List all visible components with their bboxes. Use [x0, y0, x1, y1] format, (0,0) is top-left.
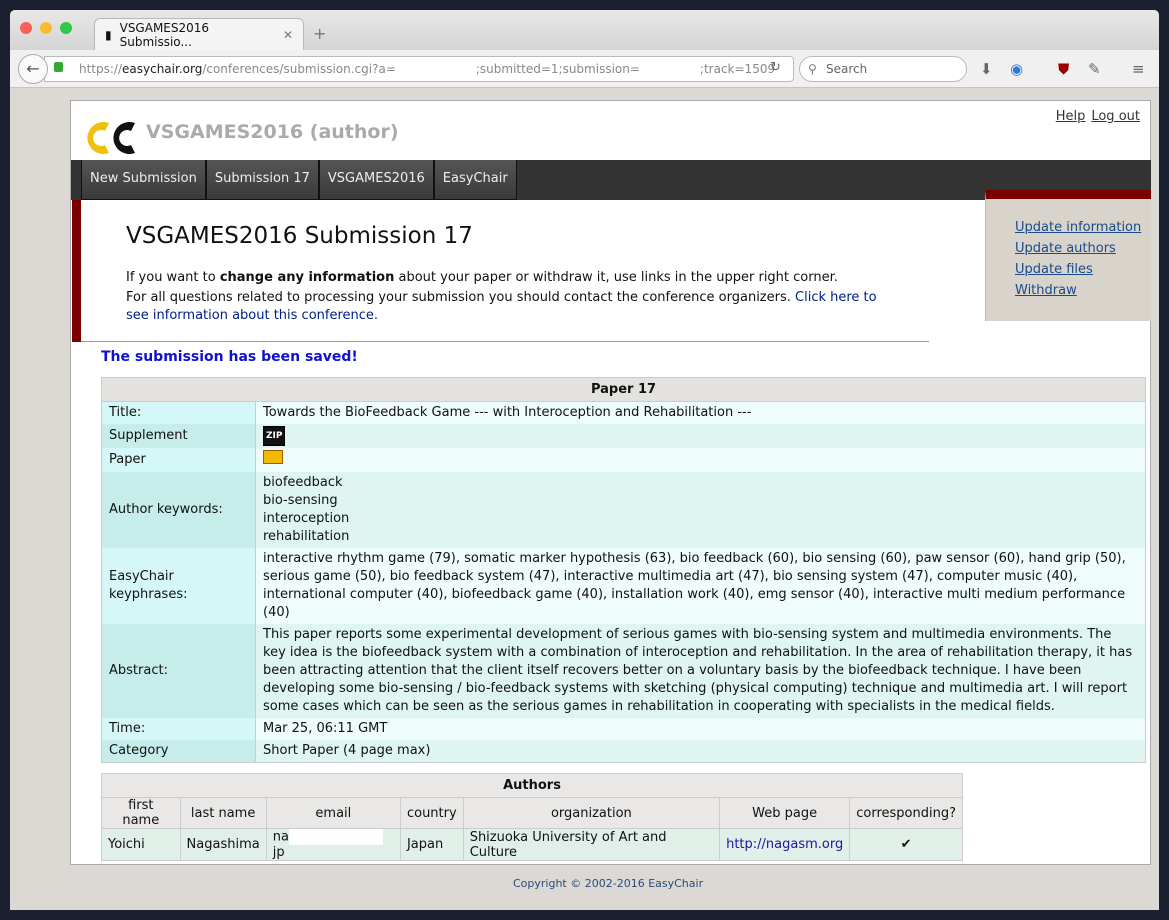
column-header: corresponding? [849, 797, 963, 829]
email-end: jp [272, 845, 285, 860]
page-title: VSGAMES2016 Submission 17 [126, 223, 473, 249]
corresponding-check-icon: ✔ [849, 828, 963, 861]
authors-table: Authors first name last name email count… [101, 773, 963, 861]
tab-bar: ▮ VSGAMES2016 Submissio... ✕ + [10, 10, 1159, 50]
row-label: Time: [101, 718, 256, 740]
email-start: na [272, 829, 289, 845]
last-name: Nagashima [179, 828, 267, 861]
menu-vsgames2016[interactable]: VSGAMES2016 [318, 160, 434, 200]
email: najp [265, 828, 401, 861]
page-favicon-icon: ▮ [105, 27, 112, 42]
divider [81, 341, 929, 342]
column-header: last name [179, 797, 267, 829]
search-placeholder: Search [826, 62, 868, 76]
easychair-logo [87, 122, 135, 154]
close-window-button[interactable] [20, 22, 32, 34]
url-domain: easychair.org [122, 62, 203, 76]
intro-text-part: For all questions related to processing … [126, 290, 796, 305]
first-name: Yoichi [101, 828, 181, 861]
back-button[interactable]: ← [18, 54, 48, 84]
row-label: Category [101, 740, 256, 763]
abstract: This paper reports some experimental dev… [255, 624, 1146, 718]
row-label: Supplement [101, 424, 256, 448]
column-header: Web page [719, 797, 851, 829]
page-content: VSGAMES2016 (author) Help Log out New Sub… [70, 100, 1151, 865]
conference-title: VSGAMES2016 (author) [146, 121, 399, 143]
ublock-icon[interactable]: ⛊ [1058, 60, 1069, 78]
menu-new-submission[interactable]: New Submission [81, 160, 206, 200]
row-label: Title: [101, 401, 256, 424]
logout-link[interactable]: Log out [1091, 109, 1140, 124]
tab-title: VSGAMES2016 Submissio... [119, 20, 210, 49]
url-path: /conferences/submission.cgi?a= [202, 62, 396, 76]
redacted-email [288, 829, 383, 845]
intro-text: If you want to change any information ab… [126, 269, 896, 327]
keyword: biofeedback [263, 475, 343, 490]
menu-easychair[interactable]: EasyChair [433, 160, 517, 200]
zip-file-icon[interactable]: ZIP [263, 426, 286, 446]
search-input[interactable]: ⚲ Search [799, 56, 967, 82]
pen-icon[interactable]: ✎ [1088, 60, 1101, 78]
url-prefix: https:// [79, 62, 123, 76]
table-row: Yoichi Nagashima najp Japan Shizuoka Uni… [101, 828, 963, 861]
update-authors-link[interactable]: Update authors [1015, 238, 1151, 259]
intro-emphasis: change any information [219, 270, 395, 285]
password-manager-icon[interactable]: ◉ [1010, 60, 1023, 78]
browser-tab[interactable]: ▮ VSGAMES2016 Submissio... ✕ [94, 18, 304, 50]
close-tab-icon[interactable]: ✕ [283, 28, 293, 42]
paper-title: Towards the BioFeedback Game --- with In… [255, 401, 1146, 424]
new-tab-button[interactable]: + [313, 24, 326, 43]
menu-icon[interactable]: ≡ [1132, 60, 1145, 78]
url-part: ;submitted=1;submission= [475, 62, 640, 76]
folder-open-icon[interactable] [263, 450, 283, 464]
copyright: Copyright © 2002-2016 EasyChair [513, 877, 704, 890]
reload-icon[interactable]: ↻ [770, 60, 781, 75]
saved-message: The submission has been saved! [101, 349, 358, 365]
country: Japan [399, 828, 464, 861]
sidebar-actions: Update information Update authors Update… [985, 190, 1151, 321]
search-icon: ⚲ [808, 62, 817, 76]
menu-submission-17[interactable]: Submission 17 [205, 160, 319, 200]
column-header: email [265, 797, 401, 829]
browser-window: ▮ VSGAMES2016 Submissio... ✕ + https://e… [10, 10, 1159, 910]
column-header: organization [462, 797, 721, 829]
row-label: EasyChair keyphrases: [101, 548, 256, 624]
paper-table: Paper 17 Title: Towards the BioFeedback G… [101, 377, 1146, 763]
keyword: rehabilitation [263, 529, 350, 544]
keyword: bio-sensing [263, 493, 338, 508]
row-label: Abstract: [101, 624, 256, 718]
navigation-bar: https://easychair.org/conferences/submis… [10, 50, 1159, 88]
zoom-window-button[interactable] [60, 22, 72, 34]
lock-icon [54, 62, 63, 72]
intro-text-part: about your paper or withdraw it, use lin… [394, 270, 838, 285]
url-part: ;track=1509 [699, 62, 776, 76]
column-header: first name [101, 797, 181, 829]
category: Short Paper (4 page max) [255, 740, 1146, 763]
paper-table-header: Paper 17 [101, 377, 1146, 402]
help-link[interactable]: Help [1056, 109, 1086, 124]
web-page-link[interactable]: http://nagasm.org [726, 837, 843, 852]
url-bar[interactable]: https://easychair.org/conferences/submis… [44, 56, 794, 82]
row-label: Paper [101, 448, 256, 472]
keyword: interoception [263, 511, 350, 526]
row-label: Author keywords: [101, 472, 256, 548]
withdraw-link[interactable]: Withdraw [1015, 280, 1151, 301]
keyphrases: interactive rhythm game (79), somatic ma… [255, 548, 1146, 624]
download-icon[interactable]: ⬇ [980, 60, 993, 78]
authors-table-header: Authors [101, 773, 963, 798]
organization: Shizuoka University of Art and Culture [462, 828, 721, 861]
intro-text-part: If you want to [126, 270, 220, 285]
accent-bar [72, 200, 81, 342]
update-information-link[interactable]: Update information [1015, 217, 1151, 238]
column-header: country [399, 797, 464, 829]
minimize-window-button[interactable] [40, 22, 52, 34]
update-files-link[interactable]: Update files [1015, 259, 1151, 280]
submission-time: Mar 25, 06:11 GMT [255, 718, 1146, 740]
